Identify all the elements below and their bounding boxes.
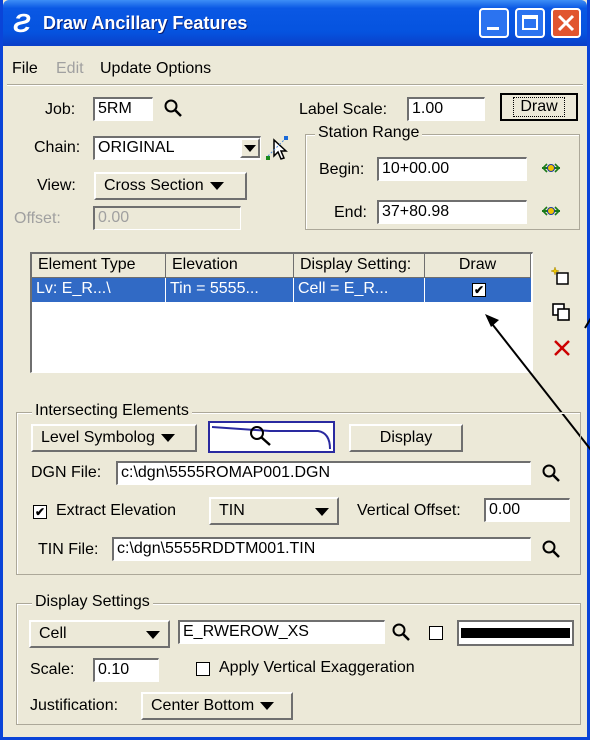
- job-field[interactable]: 5RM: [93, 97, 153, 121]
- line-style-swatch: [461, 628, 570, 638]
- cell-element-type: Lv: E_R...\: [32, 278, 166, 302]
- maximize-button[interactable]: [515, 8, 545, 38]
- menu-separator: [7, 84, 583, 86]
- intersecting-elements-title: Intersecting Elements: [32, 402, 192, 420]
- column-header-draw[interactable]: Draw: [425, 254, 531, 278]
- display-type-dropdown[interactable]: Cell: [29, 620, 170, 648]
- close-icon: [557, 14, 575, 32]
- begin-station-field[interactable]: 10+00.00: [377, 157, 527, 181]
- chevron-down-icon: [146, 631, 160, 639]
- locate-end-icon[interactable]: [541, 203, 561, 219]
- add-element-icon[interactable]: [551, 266, 573, 288]
- column-header-element-type[interactable]: Element Type: [32, 254, 166, 278]
- select-element-icon[interactable]: [265, 134, 291, 164]
- station-range-title: Station Range: [315, 124, 423, 142]
- menu-bar: File Edit Update Options: [3, 57, 587, 83]
- minimize-button[interactable]: [479, 8, 509, 38]
- cell-elevation: Tin = 5555...: [166, 278, 294, 302]
- minimize-icon: [487, 27, 499, 30]
- job-search-icon[interactable]: [163, 98, 185, 120]
- column-header-elevation[interactable]: Elevation: [166, 254, 294, 278]
- table-row[interactable]: Lv: E_R...\ Tin = 5555... Cell = E_R... …: [32, 278, 531, 302]
- end-station-field[interactable]: 37+80.98: [377, 200, 527, 224]
- begin-label: Begin:: [319, 161, 365, 178]
- job-label: Job:: [45, 101, 76, 118]
- apply-vertical-exaggeration-label: Apply Vertical Exaggeration: [219, 659, 415, 676]
- window-title: Draw Ancillary Features: [43, 13, 248, 33]
- menu-edit[interactable]: Edit: [56, 60, 84, 78]
- tin-file-search-icon[interactable]: [541, 539, 563, 561]
- cell-display-setting: Cell = E_R...: [294, 278, 425, 302]
- extract-elevation-label: Extract Elevation: [56, 502, 177, 519]
- justification-dropdown[interactable]: Center Bottom: [141, 692, 293, 720]
- intersect-preview-button[interactable]: [208, 421, 335, 453]
- extract-elevation-checkbox[interactable]: ✔: [33, 505, 47, 519]
- intersect-mode-value: Level Symbolog: [41, 429, 155, 446]
- draw-button-label: Draw: [513, 97, 565, 117]
- vertical-offset-field[interactable]: 0.00: [484, 498, 570, 522]
- scale-label: Scale:: [30, 661, 75, 678]
- dgn-file-search-icon[interactable]: [541, 463, 563, 485]
- chain-select[interactable]: ORIGINAL: [93, 136, 261, 160]
- chain-value: ORIGINAL: [98, 139, 175, 156]
- chevron-down-icon: [315, 508, 329, 516]
- dgn-file-field[interactable]: c:\dgn\5555ROMAP001.DGN: [116, 461, 531, 485]
- menu-file[interactable]: File: [12, 60, 38, 78]
- offset-field[interactable]: 0.00: [93, 206, 241, 230]
- display-button[interactable]: Display: [349, 424, 463, 452]
- tin-file-field[interactable]: c:\dgn\5555RDDTM001.TIN: [112, 537, 531, 561]
- vertical-offset-label: Vertical Offset:: [357, 502, 461, 519]
- tin-file-label: TIN File:: [38, 541, 99, 558]
- justification-label: Justification:: [30, 697, 119, 714]
- view-value: Cross Section: [104, 177, 204, 194]
- column-header-display-setting[interactable]: Display Setting:: [294, 254, 425, 278]
- chain-label: Chain:: [34, 139, 81, 156]
- extract-type-dropdown[interactable]: TIN: [209, 497, 339, 525]
- title-bar[interactable]: Ƨ Draw Ancillary Features: [3, 0, 587, 46]
- justification-value: Center Bottom: [151, 697, 255, 714]
- dialog-window: Ƨ Draw Ancillary Features File Edit Upda…: [0, 0, 590, 740]
- chevron-down-icon: [209, 181, 224, 190]
- row-draw-checkbox[interactable]: ✔: [472, 283, 486, 297]
- display-settings-title: Display Settings: [32, 593, 153, 611]
- chevron-down-icon: [244, 145, 256, 152]
- end-label: End:: [334, 204, 367, 221]
- maximize-icon: [522, 15, 538, 30]
- intersect-mode-dropdown[interactable]: Level Symbolog: [31, 424, 197, 452]
- app-icon: Ƨ: [13, 8, 31, 38]
- scale-field[interactable]: 0.10: [93, 658, 159, 682]
- road-search-icon: [211, 426, 331, 450]
- offset-label: Offset:: [14, 210, 61, 227]
- view-dropdown[interactable]: Cross Section: [94, 172, 247, 200]
- extract-type-value: TIN: [219, 502, 245, 519]
- element-table: Element Type Elevation Display Setting: …: [30, 252, 533, 373]
- chain-dropdown-arrow[interactable]: [240, 138, 260, 158]
- chevron-down-icon: [160, 433, 175, 442]
- close-button[interactable]: [551, 8, 581, 38]
- line-style-preview[interactable]: [457, 620, 574, 646]
- cell-name-field[interactable]: E_RWEROW_XS: [178, 620, 385, 644]
- view-label: View:: [37, 177, 76, 194]
- display-type-value: Cell: [39, 625, 67, 642]
- draw-button[interactable]: Draw: [500, 93, 578, 121]
- locate-begin-icon[interactable]: [541, 160, 561, 176]
- symbology-checkbox[interactable]: [429, 626, 443, 640]
- menu-update-options[interactable]: Update Options: [100, 60, 211, 78]
- cell-search-icon[interactable]: [391, 622, 413, 644]
- apply-vertical-exaggeration-checkbox[interactable]: [196, 662, 210, 676]
- dgn-file-label: DGN File:: [31, 464, 102, 481]
- label-scale-field[interactable]: 1.00: [407, 97, 485, 121]
- label-scale-label: Label Scale:: [299, 101, 388, 118]
- chevron-down-icon: [260, 701, 275, 710]
